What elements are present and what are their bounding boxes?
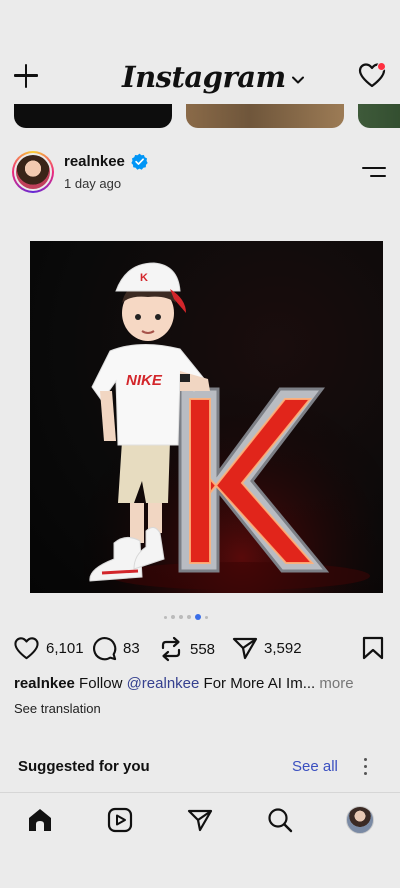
search-icon [268,808,293,833]
carousel-dot [205,615,208,619]
comment-icon [93,637,117,661]
comment-count[interactable]: 83 [123,640,140,657]
svg-text:K: K [140,272,148,284]
save-button[interactable] [362,636,384,665]
comment-button[interactable]: 83 [92,636,140,661]
post-timestamp: 1 day ago [64,176,122,191]
send-icon [232,637,258,660]
direct-icon [187,809,213,832]
see-translation-link[interactable]: See translation [14,701,101,716]
carousel-dot [171,615,175,619]
post-options-button[interactable] [362,164,388,180]
notifications-button[interactable] [358,62,388,90]
nav-reels[interactable] [105,805,135,835]
top-bar: Instagram [0,0,400,104]
suggested-title: Suggested for you [18,758,150,775]
nav-search[interactable] [265,805,295,835]
caption-text: Follow [74,675,127,692]
brand-switcher[interactable]: Instagram [122,60,304,94]
repost-count[interactable]: 558 [190,641,215,658]
caption-mention-link[interactable]: @realnkee [127,675,200,692]
reels-icon [107,807,133,833]
nav-direct[interactable] [185,805,215,835]
post-actions: 6,101 83 558 3,592 [0,632,400,668]
like-button[interactable]: 6,101 [13,636,84,660]
repost-icon [161,636,181,662]
post-username[interactable]: realnkee [64,153,125,170]
verified-badge-icon [131,153,148,170]
share-count[interactable]: 3,592 [264,640,302,657]
carousel-dot [187,615,191,619]
post-author-avatar[interactable] [12,151,54,193]
more-options-icon[interactable] [362,757,370,777]
post-image[interactable]: NIKE K [30,241,383,593]
stories-strip[interactable] [0,104,400,130]
nav-home[interactable] [25,805,55,835]
post-illustration: NIKE K [30,241,383,593]
heart-icon [14,637,39,660]
carousel-dot [164,615,167,619]
create-post-button[interactable] [12,62,40,90]
story-thumbnail[interactable] [14,104,172,128]
carousel-dot [179,615,183,619]
notification-dot [377,62,386,71]
story-thumbnail[interactable] [358,104,400,128]
bookmark-icon [362,636,384,660]
post-header: realnkee 1 day ago [0,148,400,198]
nav-profile[interactable] [345,805,375,835]
carousel-indicator [164,614,208,620]
home-icon [29,809,51,831]
profile-avatar [346,806,374,834]
chevron-down-icon [291,76,304,84]
story-thumbnail[interactable] [186,104,344,128]
caption-username[interactable]: realnkee [14,675,75,692]
see-all-link[interactable]: See all [292,758,338,775]
app-title: Instagram [122,60,286,94]
carousel-dot-active [195,614,201,620]
repost-button[interactable]: 558 [158,636,215,662]
like-count[interactable]: 6,101 [46,640,84,657]
caption-text-truncated: For More AI Im... [199,675,316,692]
caption-more-link[interactable]: more [315,675,353,692]
bottom-navigation [0,793,400,888]
post-caption[interactable]: realnkee Follow @realnkee For More AI Im… [14,675,386,692]
svg-text:NIKE: NIKE [126,372,163,389]
share-button[interactable]: 3,592 [232,636,302,660]
